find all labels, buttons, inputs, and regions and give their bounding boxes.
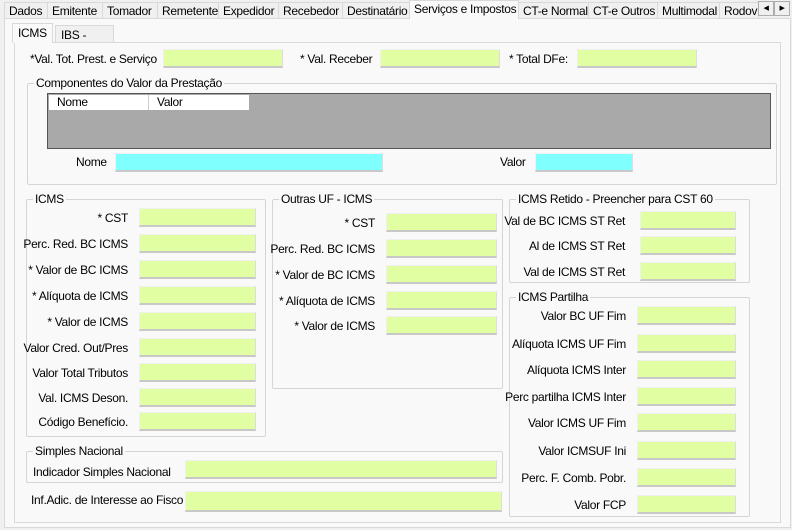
icms-label: Val. ICMS Deson. — [38, 391, 128, 405]
icms-input[interactable] — [139, 412, 256, 431]
outras-label: * Alíquota de ICMS — [279, 294, 375, 308]
valor-input[interactable] — [535, 153, 633, 172]
tab-expedidor[interactable]: Expedidor — [218, 2, 279, 19]
icms-partilha-title: ICMS Partilha — [516, 290, 591, 304]
indicador-simples-label: Indicador Simples Nacional — [33, 465, 171, 479]
partilha-label: Alíquota ICMS UF Fim — [511, 337, 626, 351]
outras-label: * Valor de BC ICMS — [275, 268, 375, 282]
partilha-input[interactable] — [637, 360, 736, 379]
icms-input[interactable] — [139, 363, 256, 382]
partilha-label: Valor ICMS UF Fim — [527, 416, 626, 430]
outras-label: * Valor de ICMS — [294, 319, 375, 333]
retido-label: Val de BC ICMS ST Ret — [504, 214, 625, 228]
retido-input[interactable] — [640, 211, 736, 230]
icms-input[interactable] — [139, 234, 256, 253]
tab-remetente[interactable]: Remetente — [157, 2, 219, 19]
icms-retido-title: ICMS Retido - Preencher para CST 60 — [516, 192, 715, 206]
partilha-input[interactable] — [637, 306, 736, 325]
partilha-input[interactable] — [637, 387, 736, 406]
icms-input[interactable] — [139, 260, 256, 279]
icms-label: * Alíquota de ICMS — [32, 289, 128, 303]
retido-label: Val de ICMS ST Ret — [523, 265, 625, 279]
icms-group-title: ICMS — [33, 192, 66, 206]
partilha-label: Alíquota ICMS Inter — [526, 363, 626, 377]
tab-servic-os-e-impostos[interactable]: Serviços e Impostos — [409, 0, 519, 19]
partilha-input[interactable] — [637, 413, 736, 432]
icms-label: Valor Total Tributos — [32, 366, 128, 380]
valor-label: Valor — [500, 155, 526, 169]
outras-label: Perc. Red. BC ICMS — [270, 242, 375, 256]
tab-scroll: ◀ ▶ — [758, 1, 790, 16]
tab-ibs-cbs[interactable]: IBS - CBS — [55, 25, 114, 56]
column-header-valor[interactable]: Valor — [149, 95, 249, 110]
retido-label: Al de ICMS ST Ret — [528, 239, 625, 253]
partilha-label: Perc partilha ICMS Inter — [505, 390, 626, 404]
val-receber-label: * Val. Receber — [300, 52, 373, 66]
val-receber-input[interactable] — [380, 49, 500, 68]
outras-input[interactable] — [386, 291, 497, 310]
simples-title: Simples Nacional — [33, 444, 125, 458]
icms-input[interactable] — [139, 286, 256, 305]
partilha-label: Valor BC UF Fim — [540, 309, 627, 323]
partilha-input[interactable] — [637, 468, 736, 487]
tab-destinata-rio[interactable]: Destinatário — [342, 2, 410, 19]
inf-adic-input[interactable] — [185, 491, 502, 512]
icms-input[interactable] — [139, 388, 256, 407]
outras-input[interactable] — [386, 213, 497, 232]
tab-rodov[interactable]: Rodov — [719, 2, 759, 19]
arrow-right-icon[interactable]: ▶ — [774, 1, 790, 16]
partilha-input[interactable] — [637, 441, 736, 460]
tab-ct-e-outros[interactable]: CT-e Outros — [588, 2, 658, 19]
icms-label: Perc. Red. BC ICMS — [23, 237, 128, 251]
partilha-label: Valor ICMSUF Ini — [538, 444, 626, 458]
outras-input[interactable] — [386, 265, 497, 284]
componentes-title: Componentes do Valor da Prestação — [34, 76, 224, 90]
icms-label: * Valor de ICMS — [47, 315, 128, 329]
total-dfe-label: * Total DFe: — [509, 52, 568, 66]
icms-input[interactable] — [139, 312, 256, 331]
icms-label: Código Benefício. — [38, 415, 128, 429]
val-tot-input[interactable] — [163, 49, 283, 68]
tab-emitente[interactable]: Emitente — [47, 2, 103, 19]
tab-icms[interactable]: ICMS — [12, 23, 53, 43]
column-header-nome[interactable]: Nome — [49, 95, 149, 110]
tab-multimodal[interactable]: Multimodal — [657, 2, 720, 19]
partilha-input[interactable] — [637, 495, 736, 514]
val-tot-label: *Val. Tot. Prest. e Serviço — [30, 52, 157, 66]
arrow-left-icon[interactable]: ◀ — [758, 1, 774, 16]
retido-input[interactable] — [640, 236, 736, 255]
icms-input[interactable] — [139, 338, 256, 357]
icms-label: * Valor de BC ICMS — [28, 263, 128, 277]
componentes-grid[interactable]: Nome Valor — [47, 93, 771, 149]
nome-label: Nome — [76, 155, 107, 169]
icms-label: Valor Cred. Out/Pres — [23, 341, 129, 355]
nome-input[interactable] — [115, 153, 383, 172]
partilha-input[interactable] — [637, 334, 736, 353]
outras-input[interactable] — [386, 316, 497, 335]
outras-input[interactable] — [386, 239, 497, 258]
partilha-label: Perc. F. Comb. Pobr. — [521, 471, 626, 485]
tab-dados[interactable]: Dados — [4, 2, 48, 19]
outras-label: * CST — [344, 216, 375, 230]
indicador-simples-input[interactable] — [185, 460, 497, 479]
outras-uf-title: Outras UF - ICMS — [279, 192, 375, 206]
inf-adic-label: Inf.Adic. de Interesse ao Fisco — [31, 493, 184, 507]
retido-input[interactable] — [640, 262, 736, 281]
icms-input[interactable] — [139, 208, 256, 227]
tab-tomador[interactable]: Tomador — [102, 2, 158, 19]
total-dfe-input[interactable] — [577, 49, 697, 68]
partilha-label: Valor FCP — [574, 498, 626, 512]
tab-recebedor[interactable]: Recebedor — [278, 2, 343, 19]
tab-ct-e-normal[interactable]: CT-e Normal — [518, 2, 589, 19]
icms-label: * CST — [97, 211, 128, 225]
